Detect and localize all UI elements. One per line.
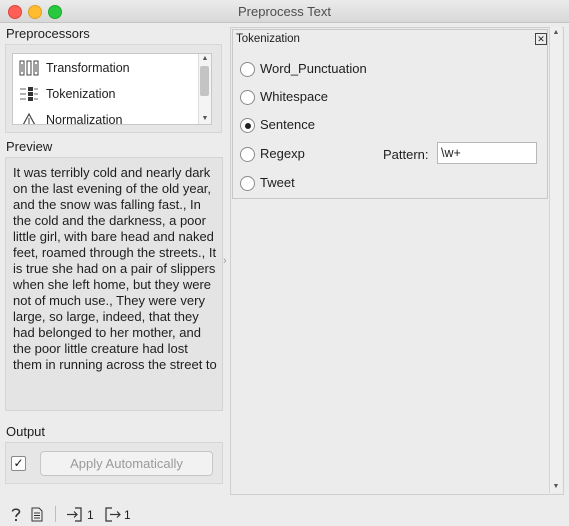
radio-label-whitespace[interactable]: Whitespace <box>260 89 328 104</box>
radio-word-punctuation[interactable] <box>240 62 255 77</box>
preview-label: Preview <box>6 139 53 154</box>
output-label: Output <box>6 424 46 439</box>
preview-text: It was terribly cold and nearly dark on … <box>13 165 217 372</box>
tokenization-title: Tokenization <box>236 33 300 45</box>
input-signal-icon[interactable] <box>66 507 82 522</box>
normalization-icon <box>22 112 36 124</box>
pattern-label: Pattern: <box>383 147 429 162</box>
preprocessor-item-label: Normalization <box>46 113 123 125</box>
preprocessor-item-normalization[interactable]: Normalization <box>13 107 198 125</box>
preprocessors-label: Preprocessors <box>6 26 90 41</box>
preprocessors-scrollbar[interactable]: ▲ ▼ <box>198 54 211 124</box>
radio-label-sentence[interactable]: Sentence <box>260 117 315 132</box>
title-bar: Preprocess Text <box>0 0 569 23</box>
radio-tweet[interactable] <box>240 176 255 191</box>
preprocessor-item-label: Transformation <box>46 61 130 75</box>
input-count: 1 <box>87 508 94 522</box>
transformation-icon <box>19 60 39 76</box>
radio-whitespace[interactable] <box>240 90 255 105</box>
report-icon[interactable] <box>31 507 43 522</box>
preprocessor-item-label: Tokenization <box>46 87 116 101</box>
preprocessor-item-tokenization[interactable]: Tokenization <box>13 81 198 107</box>
help-icon[interactable] <box>10 507 22 522</box>
output-count: 1 <box>124 508 131 522</box>
scrollbar-thumb[interactable] <box>200 66 209 96</box>
splitter-handle-icon[interactable]: › <box>223 255 227 267</box>
apply-automatically-checkbox[interactable]: ✓ <box>11 456 26 471</box>
apply-automatically-button[interactable]: Apply Automatically <box>40 451 213 476</box>
tokenization-panel <box>232 29 548 199</box>
radio-regexp[interactable] <box>240 147 255 162</box>
pattern-input[interactable] <box>437 142 537 164</box>
close-panel-icon[interactable]: ✕ <box>535 33 547 45</box>
tokenization-icon <box>20 87 38 101</box>
preprocessors-list[interactable]: Transformation Tokenization Normalizatio… <box>12 53 212 125</box>
scroll-down-icon[interactable]: ▼ <box>550 481 562 493</box>
radio-sentence[interactable] <box>240 118 255 133</box>
status-separator <box>55 506 56 522</box>
output-signal-icon[interactable] <box>105 507 121 522</box>
radio-label-tweet[interactable]: Tweet <box>260 175 295 190</box>
scroll-down-icon[interactable]: ▼ <box>199 114 211 124</box>
window-title: Preprocess Text <box>238 4 331 19</box>
scroll-up-icon[interactable]: ▲ <box>550 27 562 39</box>
preview-area[interactable]: It was terribly cold and nearly dark on … <box>5 157 223 411</box>
settings-scrollbar[interactable]: ▲ ▼ <box>549 27 562 493</box>
preprocessor-item-transformation[interactable]: Transformation <box>13 55 198 81</box>
radio-label-regexp[interactable]: Regexp <box>260 146 305 161</box>
radio-label-word-punctuation[interactable]: Word_Punctuation <box>260 61 367 76</box>
scroll-up-icon[interactable]: ▲ <box>199 54 211 64</box>
